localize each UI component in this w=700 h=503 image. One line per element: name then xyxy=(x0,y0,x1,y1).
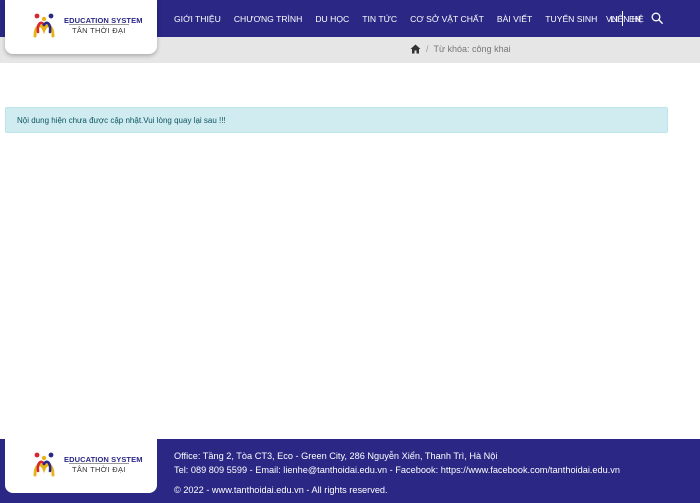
breadcrumb-current: Từ khóa: công khai xyxy=(433,44,511,54)
search-icon[interactable] xyxy=(651,12,663,24)
lang-divider xyxy=(622,11,623,26)
nav-item-co-so-vat-chat[interactable]: CƠ SỞ VẬT CHẤT xyxy=(410,14,484,24)
breadcrumb: / Từ khóa: công khai xyxy=(410,44,511,54)
info-alert: Nội dung hiện chưa được cập nhật.Vui lòn… xyxy=(5,107,668,133)
header-logo[interactable]: EDUCATION SYSTEM TÂN THỜI ĐẠI xyxy=(5,0,157,54)
breadcrumb-separator: / xyxy=(426,44,429,54)
home-icon[interactable] xyxy=(410,44,421,54)
footer-logo-subtitle: TÂN THỜI ĐẠI xyxy=(69,463,129,474)
nav-item-bai-viet[interactable]: BÀI VIẾT xyxy=(497,14,532,24)
nav-item-gioi-thieu[interactable]: GIỚI THIỆU xyxy=(174,14,221,24)
footer-office: Office: Tầng 2, Tòa CT3, Eco - Green Cit… xyxy=(174,451,498,461)
nav-item-tin-tuc[interactable]: TIN TỨC xyxy=(362,14,397,24)
logo-subtitle: TÂN THỜI ĐẠI xyxy=(69,24,129,35)
nav-item-chuong-trinh[interactable]: CHƯƠNG TRÌNH xyxy=(234,14,303,24)
main-nav: GIỚI THIỆU CHƯƠNG TRÌNH DU HỌC TIN TỨC C… xyxy=(174,0,657,37)
alert-message: Nội dung hiện chưa được cập nhật.Vui lòn… xyxy=(17,116,226,125)
footer-copyright: © 2022 - www.tanthoidai.edu.vn - All rig… xyxy=(174,485,388,495)
lang-vn-link[interactable]: VN xyxy=(606,14,618,24)
nav-item-tuyen-sinh[interactable]: TUYỂN SINH xyxy=(545,14,597,24)
lang-en-link[interactable]: EN xyxy=(629,14,641,24)
nav-item-du-hoc[interactable]: DU HỌC xyxy=(315,14,349,24)
logo-emblem-icon xyxy=(33,13,55,38)
footer-contact: Tel: 089 809 5599 - Email: lienhe@tantho… xyxy=(174,465,620,475)
footer-logo[interactable]: EDUCATION SYSTEM TÂN THỜI ĐẠI xyxy=(5,439,157,493)
footer-contact-info: Office: Tầng 2, Tòa CT3, Eco - Green Cit… xyxy=(174,449,620,477)
footer-logo-emblem-icon xyxy=(33,452,55,477)
